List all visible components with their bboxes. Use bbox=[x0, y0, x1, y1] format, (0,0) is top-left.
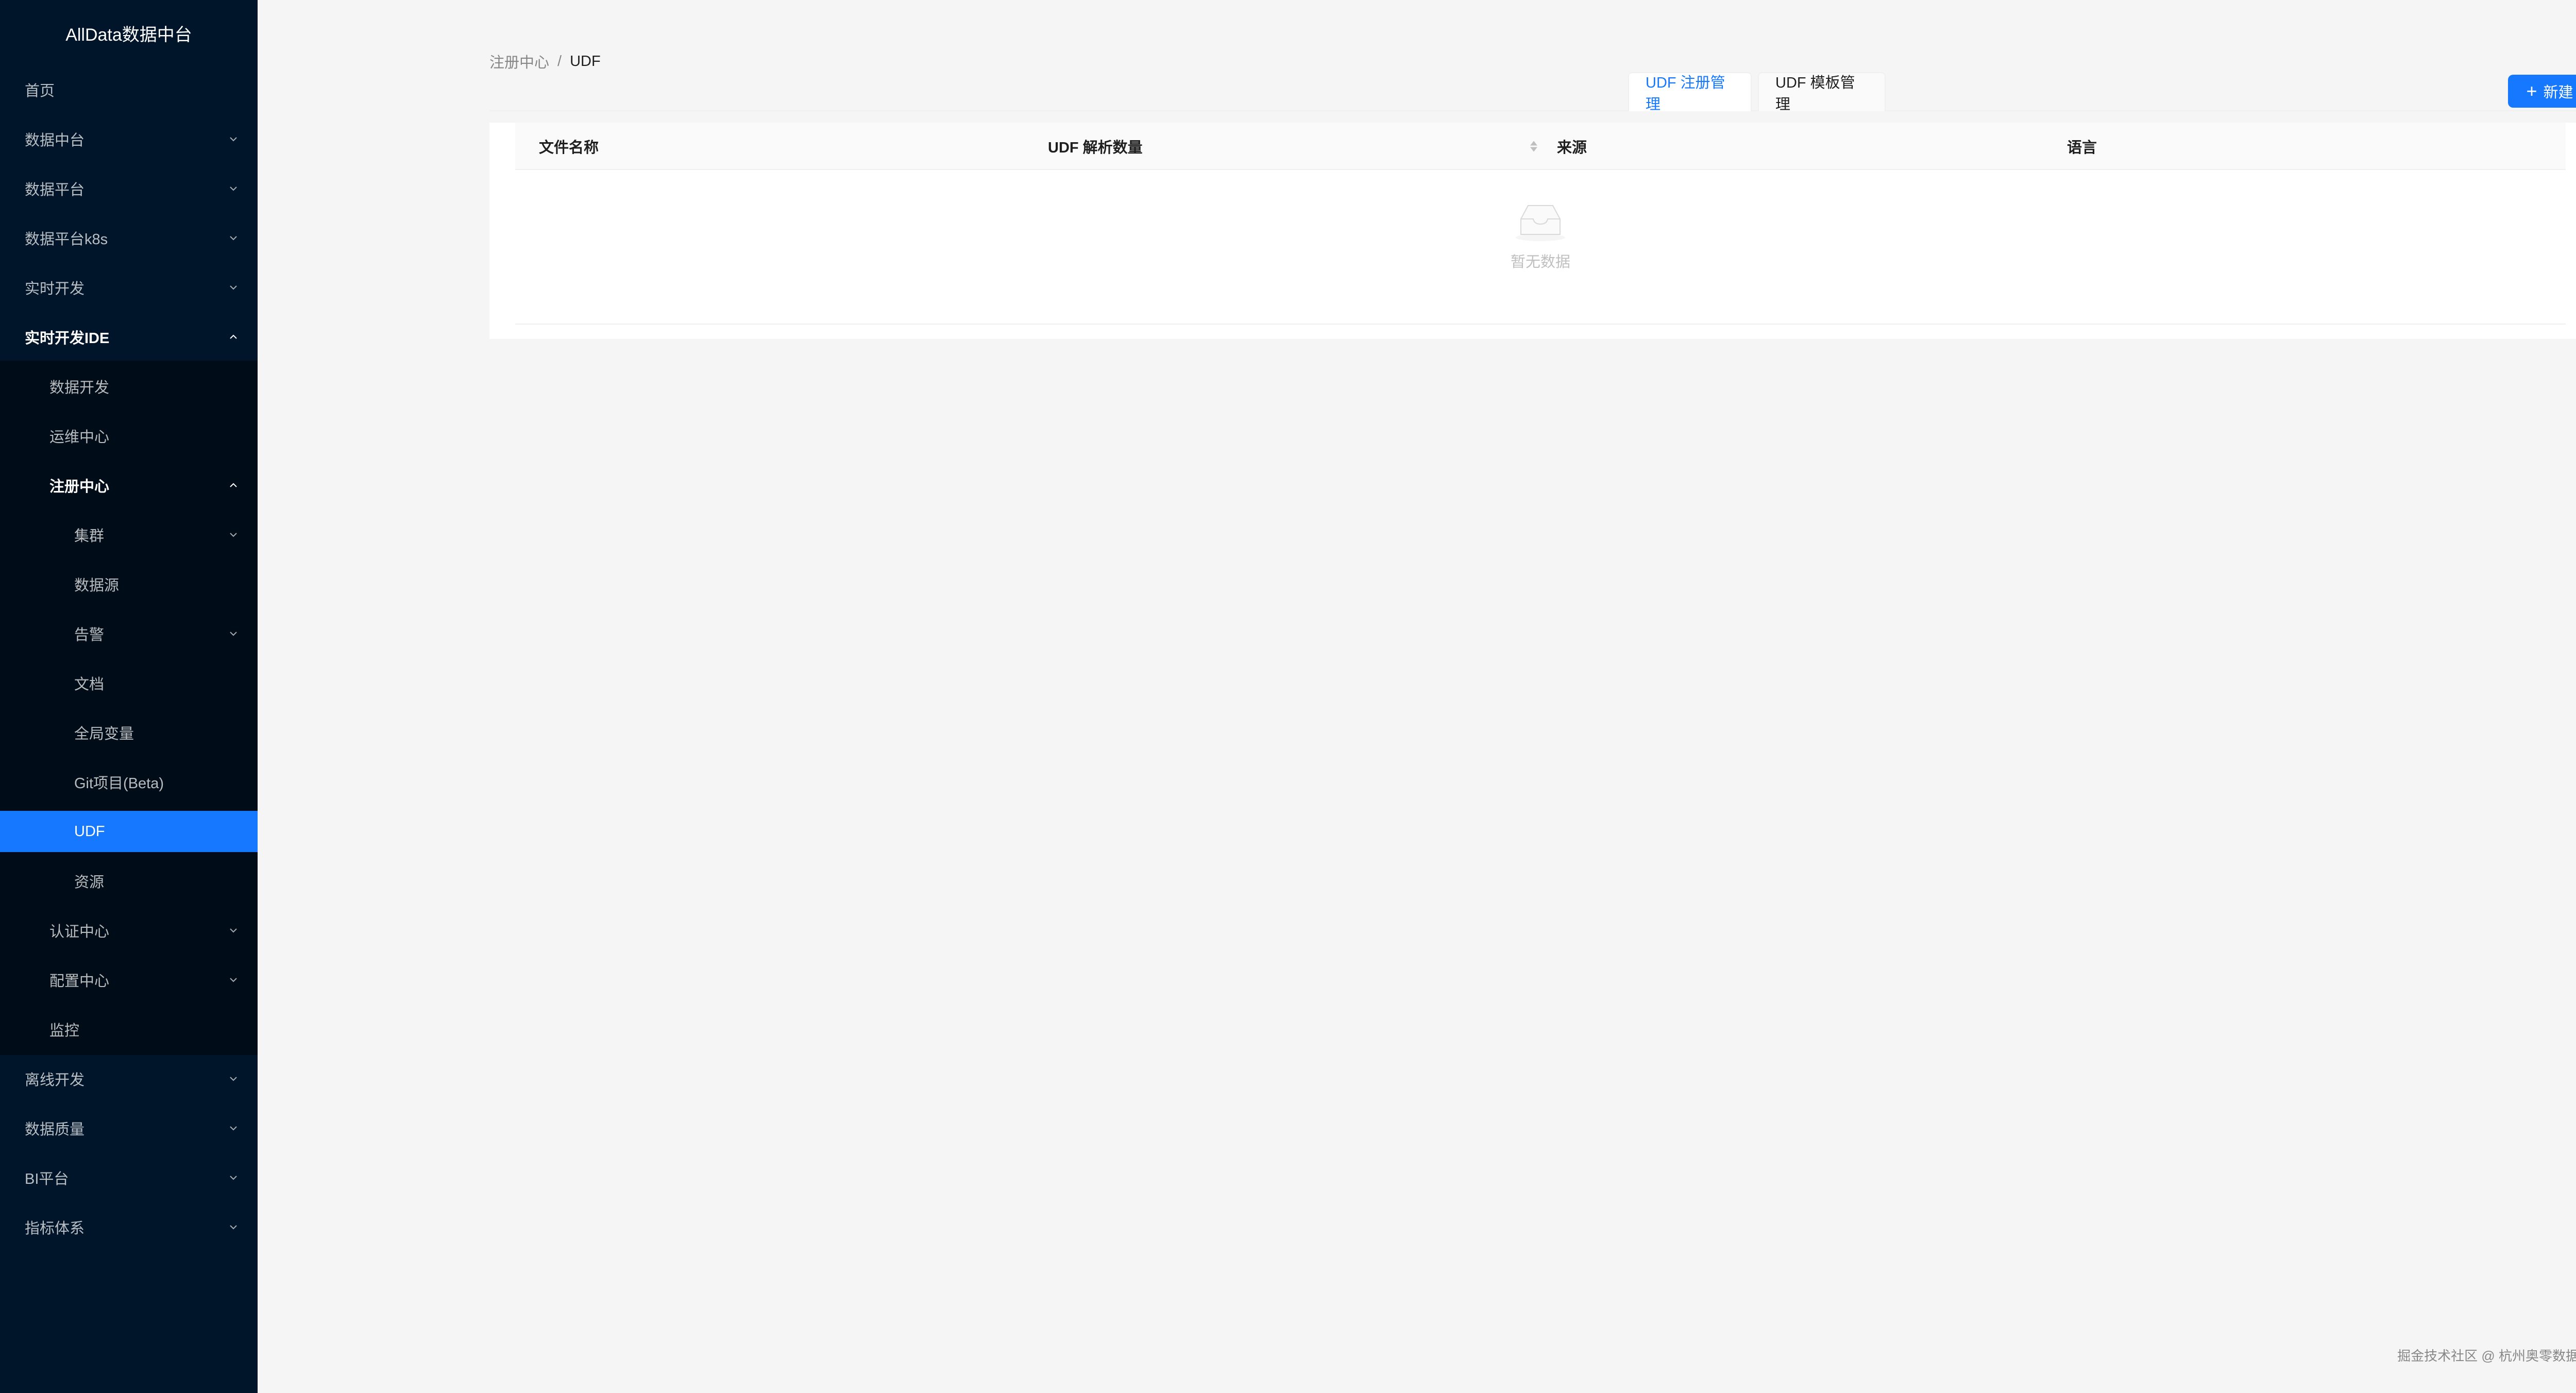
sidebar-item-label: 首页 bbox=[25, 83, 55, 99]
empty-text: 暂无数据 bbox=[1510, 254, 1570, 270]
sidebar-item-label: 配置中心 bbox=[49, 973, 110, 990]
sidebar-item-global-vars[interactable]: 全局变量 bbox=[0, 712, 258, 753]
sidebar-item-docs[interactable]: 文档 bbox=[0, 662, 258, 704]
sidebar-item-label: 数据开发 bbox=[49, 380, 110, 396]
sidebar-item-label: 认证中心 bbox=[49, 924, 110, 940]
chevron-down-icon bbox=[228, 925, 239, 936]
chevron-down-icon bbox=[228, 133, 239, 145]
sidebar-item-home[interactable]: 首页 bbox=[0, 69, 258, 110]
table-card: 文件名称 UDF 解析数量 来源 语言 暂无数据 bbox=[489, 123, 2576, 339]
chevron-down-icon bbox=[228, 628, 239, 639]
sidebar-item-label: 实时开发 bbox=[25, 281, 85, 297]
sidebar-item-label: 监控 bbox=[49, 1023, 80, 1039]
chevron-down-icon bbox=[228, 1123, 239, 1134]
plus-icon: + bbox=[2526, 80, 2537, 101]
chevron-up-icon bbox=[228, 480, 239, 491]
sidebar-item-label: 注册中心 bbox=[49, 479, 110, 495]
sidebar-item-label: BI平台 bbox=[25, 1171, 69, 1187]
new-button-label: 新建 bbox=[2543, 84, 2573, 101]
sidebar-item-label: 告警 bbox=[74, 627, 105, 643]
sidebar-item-label: 文档 bbox=[74, 676, 105, 693]
sidebar-item-realtime-ide[interactable]: 实时开发IDE bbox=[0, 316, 258, 358]
sidebar-item-label: 数据平台k8s bbox=[25, 231, 108, 248]
sidebar-item-label: 数据源 bbox=[74, 577, 120, 594]
chevron-down-icon bbox=[228, 1073, 239, 1084]
sidebar-item-data-platform-k8s[interactable]: 数据平台k8s bbox=[0, 217, 258, 259]
breadcrumb-current: UDF bbox=[570, 53, 601, 70]
table-header: 文件名称 UDF 解析数量 来源 语言 bbox=[515, 123, 2566, 170]
sidebar-item-metrics[interactable]: 指标体系 bbox=[0, 1207, 258, 1248]
sidebar-item-monitor[interactable]: 监控 bbox=[0, 1009, 258, 1050]
sidebar-item-git-projects[interactable]: Git项目(Beta) bbox=[0, 761, 258, 803]
column-header-udf-count[interactable]: UDF 解析数量 bbox=[1048, 123, 1537, 170]
sidebar-item-datasource[interactable]: 数据源 bbox=[0, 564, 258, 605]
chevron-down-icon bbox=[228, 183, 239, 194]
sidebar-item-label: 数据平台 bbox=[25, 182, 85, 198]
sort-descend-icon bbox=[1530, 147, 1537, 152]
sidebar-item-resources[interactable]: 资源 bbox=[0, 860, 258, 902]
chevron-up-icon bbox=[228, 331, 239, 343]
column-header-source: 来源 bbox=[1557, 140, 1587, 156]
sidebar-item-label: UDF bbox=[74, 823, 105, 840]
sidebar-item-realtime-dev[interactable]: 实时开发 bbox=[0, 267, 258, 308]
chevron-down-icon bbox=[228, 1172, 239, 1183]
sidebar-item-cluster[interactable]: 集群 bbox=[0, 514, 258, 555]
chevron-down-icon bbox=[228, 282, 239, 293]
sidebar-item-label: 实时开发IDE bbox=[25, 330, 110, 347]
new-button[interactable]: + 新建 bbox=[2508, 75, 2576, 108]
column-header-label: UDF 解析数量 bbox=[1048, 140, 1143, 156]
sort-icon[interactable] bbox=[1530, 141, 1537, 152]
chevron-down-icon bbox=[228, 232, 239, 244]
sidebar-item-label: 资源 bbox=[74, 874, 105, 891]
footer-watermark: 掘金技术社区 @ 杭州奥零数据科技 bbox=[2397, 1348, 2576, 1364]
column-header-language: 语言 bbox=[2067, 140, 2097, 156]
sidebar-item-alert[interactable]: 告警 bbox=[0, 613, 258, 654]
sidebar-item-ops-center[interactable]: 运维中心 bbox=[0, 415, 258, 456]
main-content: 注册中心 / UDF UDF 注册管理 UDF 模板管理 + 新建 文件名称 U… bbox=[258, 0, 2576, 1393]
sidebar-item-label: 数据中台 bbox=[25, 132, 85, 149]
sidebar-item-label: 全局变量 bbox=[74, 726, 134, 742]
sort-ascend-icon bbox=[1530, 141, 1537, 146]
tabs-bar: UDF 注册管理 UDF 模板管理 bbox=[489, 72, 2576, 113]
app-root: AllData数据中台 首页 数据中台 数据平台 数据平台k8s 实时开发 实时… bbox=[0, 0, 2576, 1393]
sidebar-item-label: 数据质量 bbox=[25, 1122, 85, 1138]
sidebar-item-udf[interactable]: UDF bbox=[0, 811, 258, 852]
chevron-down-icon bbox=[228, 1221, 239, 1233]
sidebar-item-auth-center[interactable]: 认证中心 bbox=[0, 910, 258, 951]
column-header-file-name: 文件名称 bbox=[539, 140, 599, 156]
sidebar-item-bi-platform[interactable]: BI平台 bbox=[0, 1157, 258, 1198]
sidebar-item-data-center[interactable]: 数据中台 bbox=[0, 118, 258, 160]
app-logo-title[interactable]: AllData数据中台 bbox=[0, 0, 258, 66]
sidebar-item-offline-dev[interactable]: 离线开发 bbox=[0, 1058, 258, 1099]
udf-table: 文件名称 UDF 解析数量 来源 语言 暂无数据 bbox=[515, 123, 2566, 325]
breadcrumb: 注册中心 / UDF bbox=[489, 50, 601, 72]
chevron-down-icon bbox=[228, 974, 239, 986]
sidebar-item-label: 集群 bbox=[74, 528, 105, 545]
sidebar-item-data-platform[interactable]: 数据平台 bbox=[0, 168, 258, 209]
tab-udf-registry[interactable]: UDF 注册管理 bbox=[1628, 72, 1752, 113]
sidebar-item-label: 指标体系 bbox=[25, 1220, 85, 1237]
sidebar-item-registry-center[interactable]: 注册中心 bbox=[0, 465, 258, 506]
sidebar-item-data-dev[interactable]: 数据开发 bbox=[0, 366, 258, 407]
breadcrumb-separator: / bbox=[557, 53, 562, 70]
sidebar-item-label: 离线开发 bbox=[25, 1072, 85, 1089]
sidebar-item-data-quality[interactable]: 数据质量 bbox=[0, 1108, 258, 1149]
sidebar-item-label: Git项目(Beta) bbox=[74, 775, 164, 792]
chevron-down-icon bbox=[228, 529, 239, 540]
sidebar: AllData数据中台 首页 数据中台 数据平台 数据平台k8s 实时开发 实时… bbox=[0, 0, 258, 1393]
tab-udf-templates[interactable]: UDF 模板管理 bbox=[1758, 72, 1886, 113]
empty-state: 暂无数据 bbox=[515, 170, 2566, 325]
breadcrumb-parent[interactable]: 注册中心 bbox=[489, 50, 549, 72]
empty-inbox-icon bbox=[1516, 205, 1565, 241]
sidebar-item-config-center[interactable]: 配置中心 bbox=[0, 959, 258, 1000]
sidebar-item-label: 运维中心 bbox=[49, 429, 110, 446]
